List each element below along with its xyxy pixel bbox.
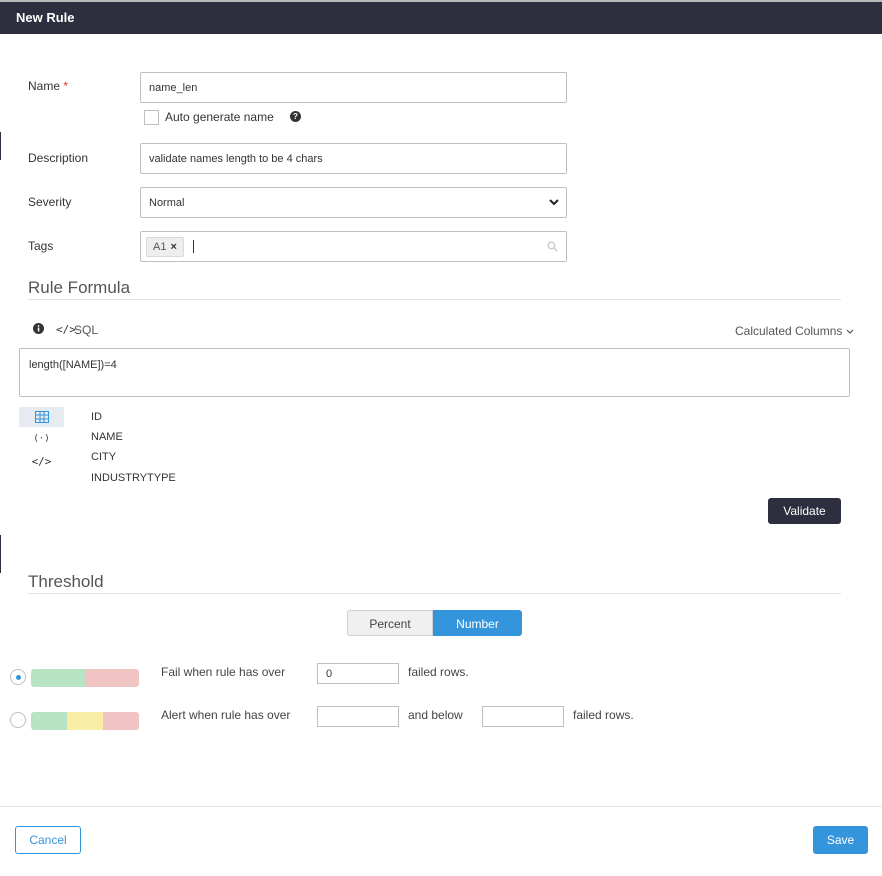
left-edge-marker — [0, 132, 1, 160]
table-icon — [34, 411, 49, 423]
formula-expression: length([NAME])=4 — [29, 359, 117, 371]
rule-formula-heading: Rule Formula — [28, 278, 131, 297]
description-value: validate names length to be 4 chars — [149, 153, 323, 165]
fail-label: Fail when rule has over — [161, 665, 286, 679]
function-icon[interactable]: (·) — [19, 429, 64, 449]
auto-generate-checkbox[interactable] — [144, 110, 159, 125]
alert-over-input[interactable] — [317, 706, 399, 727]
fail-rows-value: 0 — [326, 668, 333, 680]
chevron-down-icon — [846, 329, 854, 334]
fail-suffix: failed rows. — [408, 665, 469, 679]
tag-remove-icon[interactable]: × — [170, 241, 176, 253]
chevron-down-icon — [549, 199, 559, 206]
footer-divider — [0, 806, 882, 807]
name-input[interactable]: name_len — [140, 72, 567, 103]
help-icon[interactable]: ? — [290, 111, 301, 122]
severity-label: Severity — [28, 195, 72, 209]
search-icon — [547, 241, 558, 252]
dialog-title: New Rule — [16, 10, 75, 25]
fail-rows-input[interactable]: 0 — [317, 663, 399, 684]
formula-editor[interactable]: length([NAME])=4 — [19, 348, 850, 397]
required-mark: * — [63, 79, 69, 93]
sql-toggle[interactable]: SQL — [74, 323, 98, 337]
text-cursor — [193, 240, 194, 253]
code-icon: </> — [56, 323, 76, 336]
tags-input[interactable] — [140, 231, 567, 262]
table-columns-tab[interactable] — [19, 407, 64, 427]
ok-segment — [31, 669, 85, 687]
warn-segment — [67, 712, 104, 730]
tag-label: A1 — [153, 241, 167, 253]
number-mode-button[interactable]: Number — [433, 610, 522, 636]
name-label: Name * — [28, 79, 68, 93]
section-divider — [28, 593, 841, 594]
alert-threshold-bar — [31, 712, 139, 730]
auto-generate-label: Auto generate name — [165, 110, 274, 124]
column-item[interactable]: ID — [91, 411, 102, 423]
fail-option-radio[interactable] — [10, 669, 26, 685]
column-item[interactable]: CITY — [91, 451, 116, 463]
alert-below-input[interactable] — [482, 706, 564, 727]
alert-label: Alert when rule has over — [161, 708, 291, 722]
fail-threshold-bar — [31, 669, 139, 687]
calculated-columns-label: Calculated Columns — [735, 324, 843, 338]
left-edge-marker — [0, 535, 1, 573]
threshold-heading: Threshold — [28, 572, 104, 591]
severity-select[interactable]: Normal — [140, 187, 567, 218]
info-icon[interactable] — [33, 323, 44, 334]
severity-value: Normal — [149, 197, 185, 209]
column-item[interactable]: INDUSTRYTYPE — [91, 472, 176, 484]
fail-segment — [103, 712, 139, 730]
percent-mode-button[interactable]: Percent — [347, 610, 433, 636]
calculated-columns-dropdown[interactable]: Calculated Columns — [735, 324, 854, 338]
section-divider — [28, 299, 841, 300]
description-label: Description — [28, 151, 89, 165]
alert-mid-label: and below — [408, 708, 463, 722]
tag-chip: A1 × — [146, 237, 184, 257]
alert-suffix: failed rows. — [573, 708, 634, 722]
fail-segment — [85, 669, 139, 687]
alert-option-radio[interactable] — [10, 712, 26, 728]
validate-button[interactable]: Validate — [768, 498, 841, 524]
save-button[interactable]: Save — [813, 826, 868, 854]
name-value: name_len — [149, 82, 198, 94]
name-label-text: Name — [28, 79, 61, 93]
radio-selected-dot — [16, 675, 21, 680]
dialog-header: New Rule — [0, 0, 882, 34]
description-input[interactable]: validate names length to be 4 chars — [140, 143, 567, 174]
code-snippet-icon[interactable]: </> — [19, 451, 64, 471]
ok-segment — [31, 712, 68, 730]
cancel-button[interactable]: Cancel — [15, 826, 81, 854]
tags-label: Tags — [28, 239, 54, 253]
column-item[interactable]: NAME — [91, 431, 123, 443]
